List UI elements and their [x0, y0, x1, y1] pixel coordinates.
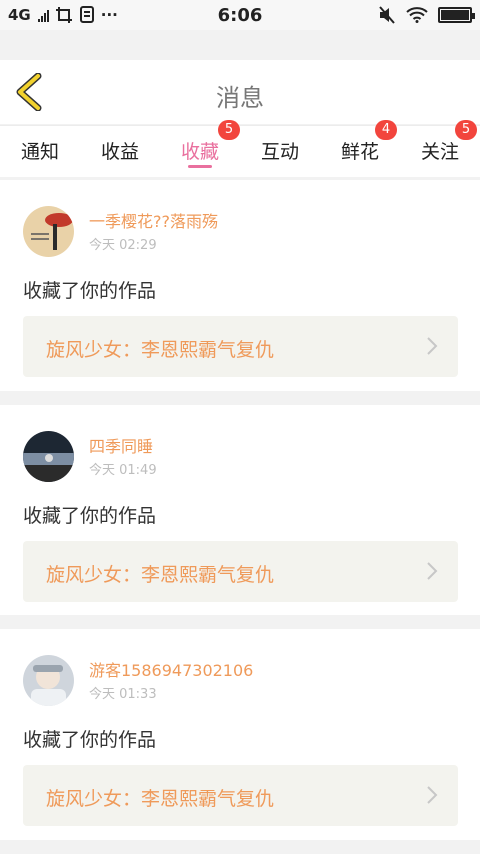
message-text: 收藏了你的作品	[23, 280, 157, 302]
message-time: 今天 02:29	[89, 238, 157, 253]
badge-count: 4	[375, 120, 397, 140]
tab-label: 鲜花	[340, 141, 379, 163]
network-label: 4G	[8, 6, 31, 24]
tab-label: 收益	[100, 141, 139, 163]
status-right	[378, 6, 475, 24]
message-time: 今天 01:49	[89, 463, 157, 478]
badge-count: 5	[218, 120, 240, 140]
avatar[interactable]	[23, 655, 74, 706]
work-title: 旋风少女：李恩熙霸气复仇	[46, 788, 275, 810]
work-link[interactable]: 旋风少女：李恩熙霸气复仇	[23, 316, 458, 377]
chevron-right-icon	[427, 562, 438, 580]
tab-favorites[interactable]: 收藏 5	[160, 120, 240, 176]
page-title: 消息	[216, 84, 264, 112]
work-link[interactable]: 旋风少女：李恩熙霸气复仇	[23, 541, 458, 602]
wifi-icon	[406, 7, 428, 23]
status-bar: 4G ··· 6:06	[0, 0, 480, 30]
chevron-right-icon	[427, 337, 438, 355]
tab-label: 关注	[420, 141, 459, 163]
tab-label: 收藏	[180, 141, 219, 163]
tab-label: 通知	[20, 141, 59, 163]
tab-earnings[interactable]: 收益	[80, 126, 160, 176]
avatar[interactable]	[23, 431, 74, 482]
status-left: 4G ···	[8, 6, 118, 24]
notification-icon	[79, 6, 94, 23]
badge-count: 5	[455, 120, 477, 140]
user-name[interactable]: 一季樱花??落雨殇	[89, 208, 218, 232]
work-link[interactable]: 旋风少女：李恩熙霸气复仇	[23, 765, 458, 826]
tab-bar: 通知 收益 收藏 5 互动 鲜花 4 关注 5	[0, 120, 480, 177]
tab-label: 互动	[260, 141, 299, 163]
message-text: 收藏了你的作品	[23, 505, 157, 527]
message-time: 今天 01:33	[89, 687, 157, 702]
screenshot-icon	[55, 7, 72, 23]
more-dots: ···	[100, 6, 118, 24]
work-title: 旋风少女：李恩熙霸气复仇	[46, 564, 275, 586]
message-card: 一季樱花??落雨殇 今天 02:29 收藏了你的作品 旋风少女：李恩熙霸气复仇	[0, 180, 480, 391]
signal-icon	[37, 8, 49, 22]
message-card: 四季同睡 今天 01:49 收藏了你的作品 旋风少女：李恩熙霸气复仇	[0, 405, 480, 615]
user-name[interactable]: 四季同睡	[89, 433, 153, 457]
mute-icon	[379, 6, 395, 24]
tab-interaction[interactable]: 互动	[240, 126, 320, 176]
tab-following[interactable]: 关注 5	[400, 120, 480, 176]
message-card: 游客1586947302106 今天 01:33 收藏了你的作品 旋风少女：李恩…	[0, 629, 480, 840]
active-tab-indicator	[188, 165, 212, 168]
work-title: 旋风少女：李恩熙霸气复仇	[46, 339, 275, 361]
tab-flowers[interactable]: 鲜花 4	[320, 120, 400, 176]
header: 消息	[0, 60, 480, 124]
message-text: 收藏了你的作品	[23, 729, 157, 751]
tab-notifications[interactable]: 通知	[0, 126, 80, 176]
avatar[interactable]	[23, 206, 74, 257]
battery-icon	[438, 7, 475, 23]
chevron-right-icon	[427, 786, 438, 804]
user-name[interactable]: 游客1586947302106	[89, 657, 253, 681]
